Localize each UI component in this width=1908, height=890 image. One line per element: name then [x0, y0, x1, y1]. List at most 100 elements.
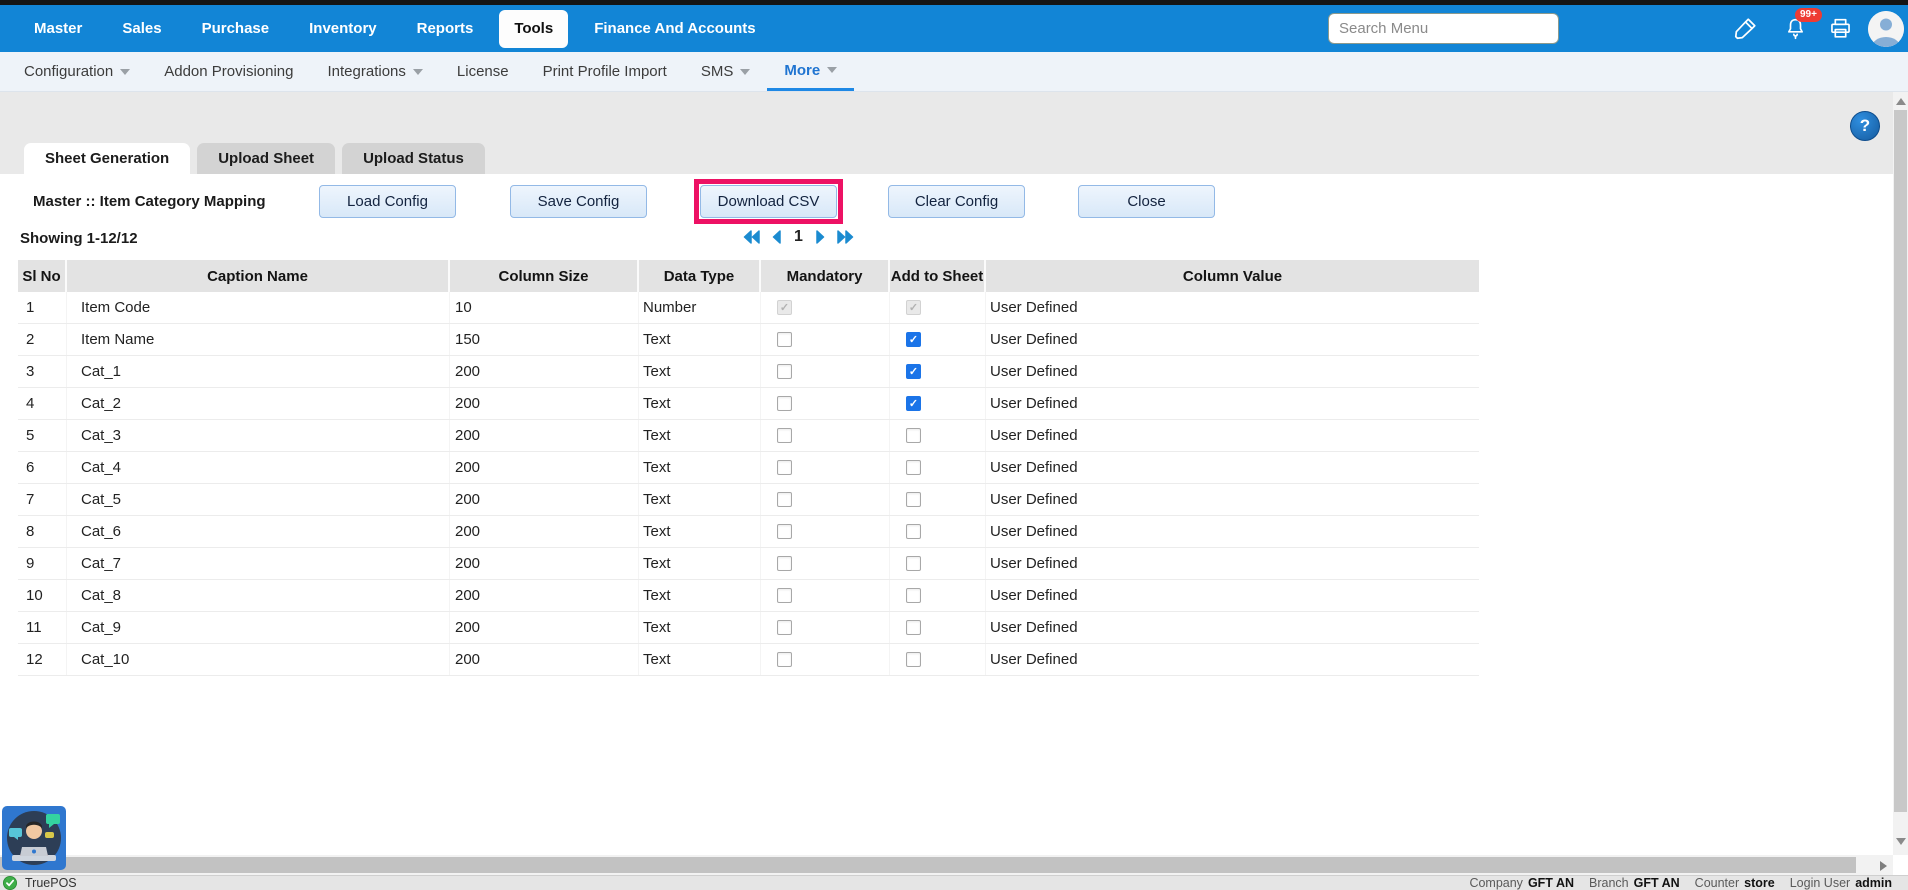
- nav-item-reports[interactable]: Reports: [397, 5, 494, 52]
- chevron-down-icon: [120, 69, 130, 75]
- cell-add-to-sheet: [890, 580, 986, 611]
- vertical-scrollbar-thumb[interactable]: [1894, 110, 1907, 812]
- notifications-bell-icon[interactable]: 99+: [1781, 15, 1809, 43]
- column-header-column-value[interactable]: Column Value: [986, 260, 1479, 292]
- nav-item-master[interactable]: Master: [14, 5, 102, 52]
- mandatory-checkbox[interactable]: [777, 652, 792, 667]
- download-csv-button[interactable]: Download CSV: [700, 185, 837, 218]
- nav-item-tools[interactable]: Tools: [499, 10, 568, 48]
- help-icon[interactable]: ?: [1850, 111, 1880, 141]
- cell-sl-no: 8: [18, 516, 67, 547]
- horizontal-scrollbar-thumb[interactable]: [0, 857, 1856, 873]
- previous-page-button[interactable]: [771, 230, 781, 244]
- theme-brush-icon[interactable]: [1731, 15, 1759, 43]
- current-page[interactable]: 1: [792, 228, 805, 246]
- mandatory-checkbox[interactable]: [777, 364, 792, 379]
- add-to-sheet-checkbox[interactable]: [906, 428, 921, 443]
- mandatory-checkbox[interactable]: [777, 428, 792, 443]
- secondary-navbar: ConfigurationAddon Provisioning Integrati…: [0, 52, 1908, 92]
- table-row: 9Cat_7200TextUser Defined: [18, 548, 1479, 580]
- cell-add-to-sheet: [890, 516, 986, 547]
- add-to-sheet-checkbox[interactable]: [906, 460, 921, 475]
- user-avatar[interactable]: [1868, 11, 1904, 47]
- add-to-sheet-checkbox[interactable]: [906, 588, 921, 603]
- column-header-add-to-sheet[interactable]: Add to Sheet: [890, 260, 986, 292]
- cell-sl-no: 7: [18, 484, 67, 515]
- table-row: 4Cat_2200Text✓User Defined: [18, 388, 1479, 420]
- subnav-item-configuration[interactable]: Configuration: [7, 52, 147, 91]
- nav-item-finance-and-accounts[interactable]: Finance And Accounts: [574, 5, 775, 52]
- mandatory-checkbox[interactable]: [777, 396, 792, 411]
- search-input[interactable]: [1328, 13, 1559, 44]
- mandatory-checkbox[interactable]: [777, 492, 792, 507]
- sheet-generation-panel: Master :: Item Category Mapping Load Con…: [0, 174, 1893, 855]
- primary-navbar: MasterSalesPurchaseInventoryReportsTools…: [0, 5, 1908, 52]
- subnav-item-addon-provisioning[interactable]: Addon Provisioning: [147, 52, 310, 91]
- scroll-down-arrow-icon[interactable]: [1896, 838, 1906, 845]
- app-name: TruePOS: [25, 876, 77, 890]
- horizontal-scrollbar[interactable]: [0, 855, 1893, 875]
- subnav-item-license[interactable]: License: [440, 52, 526, 91]
- add-to-sheet-checkbox[interactable]: [906, 524, 921, 539]
- mandatory-checkbox[interactable]: [777, 332, 792, 347]
- add-to-sheet-checkbox[interactable]: [906, 492, 921, 507]
- last-page-button[interactable]: [837, 230, 854, 244]
- mandatory-checkbox[interactable]: [777, 556, 792, 571]
- add-to-sheet-checkbox[interactable]: ✓: [906, 396, 921, 411]
- status-field-label: Branch: [1589, 876, 1629, 890]
- cell-column-value: User Defined: [986, 356, 1479, 387]
- status-field-value: store: [1744, 876, 1775, 890]
- status-bar: TruePOS CompanyGFT ANBranchGFT ANCounter…: [0, 875, 1908, 890]
- mandatory-checkbox[interactable]: [777, 620, 792, 635]
- column-header-mandatory[interactable]: Mandatory: [761, 260, 890, 292]
- tab-upload-sheet[interactable]: Upload Sheet: [197, 143, 335, 174]
- highlight-annotation-box: Download CSV: [694, 179, 843, 224]
- nav-item-sales[interactable]: Sales: [102, 5, 181, 52]
- table-row: 5Cat_3200TextUser Defined: [18, 420, 1479, 452]
- page-title: Master :: Item Category Mapping: [33, 185, 266, 219]
- column-header-sl-no[interactable]: Sl No: [18, 260, 67, 292]
- subnav-item-print-profile-import[interactable]: Print Profile Import: [526, 52, 684, 91]
- mandatory-checkbox[interactable]: [777, 460, 792, 475]
- column-header-caption-name[interactable]: Caption Name: [67, 260, 450, 292]
- add-to-sheet-checkbox[interactable]: [906, 556, 921, 571]
- save-config-button[interactable]: Save Config: [510, 185, 647, 218]
- mandatory-checkbox[interactable]: [777, 588, 792, 603]
- nav-item-purchase[interactable]: Purchase: [182, 5, 290, 52]
- subnav-item-sms[interactable]: SMS: [684, 52, 768, 91]
- vertical-scrollbar[interactable]: [1893, 92, 1908, 855]
- tab-upload-status[interactable]: Upload Status: [342, 143, 485, 174]
- next-page-button[interactable]: [816, 230, 826, 244]
- cell-column-size: 200: [450, 580, 639, 611]
- add-to-sheet-checkbox[interactable]: [906, 620, 921, 635]
- close-button[interactable]: Close: [1078, 185, 1215, 218]
- cell-mandatory: ✓: [761, 292, 890, 323]
- panel-toolbar: Master :: Item Category Mapping Load Con…: [0, 185, 1893, 227]
- clear-config-button[interactable]: Clear Config: [888, 185, 1025, 218]
- subnav-item-label: Integrations: [328, 63, 406, 80]
- add-to-sheet-checkbox[interactable]: [906, 652, 921, 667]
- load-config-button[interactable]: Load Config: [319, 185, 456, 218]
- cell-sl-no: 3: [18, 356, 67, 387]
- cell-add-to-sheet: [890, 644, 986, 675]
- add-to-sheet-checkbox[interactable]: ✓: [906, 364, 921, 379]
- add-to-sheet-checkbox[interactable]: ✓: [906, 332, 921, 347]
- cell-column-size: 200: [450, 612, 639, 643]
- status-field-label: Counter: [1695, 876, 1739, 890]
- first-page-button[interactable]: [743, 230, 760, 244]
- scroll-up-arrow-icon[interactable]: [1896, 98, 1906, 105]
- column-header-data-type[interactable]: Data Type: [639, 260, 761, 292]
- cell-data-type: Text: [639, 356, 761, 387]
- subnav-item-integrations[interactable]: Integrations: [311, 52, 440, 91]
- scroll-right-arrow-icon[interactable]: [1880, 861, 1887, 871]
- cell-caption-name: Item Name: [67, 324, 450, 355]
- nav-item-inventory[interactable]: Inventory: [289, 5, 397, 52]
- column-header-column-size[interactable]: Column Size: [450, 260, 639, 292]
- printer-icon[interactable]: [1826, 15, 1854, 43]
- subnav-item-more[interactable]: More: [767, 52, 854, 91]
- tab-sheet-generation[interactable]: Sheet Generation: [24, 143, 190, 174]
- mandatory-checkbox[interactable]: [777, 524, 792, 539]
- status-field-value: GFT AN: [1634, 876, 1680, 890]
- cell-sl-no: 10: [18, 580, 67, 611]
- cell-column-value: User Defined: [986, 292, 1479, 323]
